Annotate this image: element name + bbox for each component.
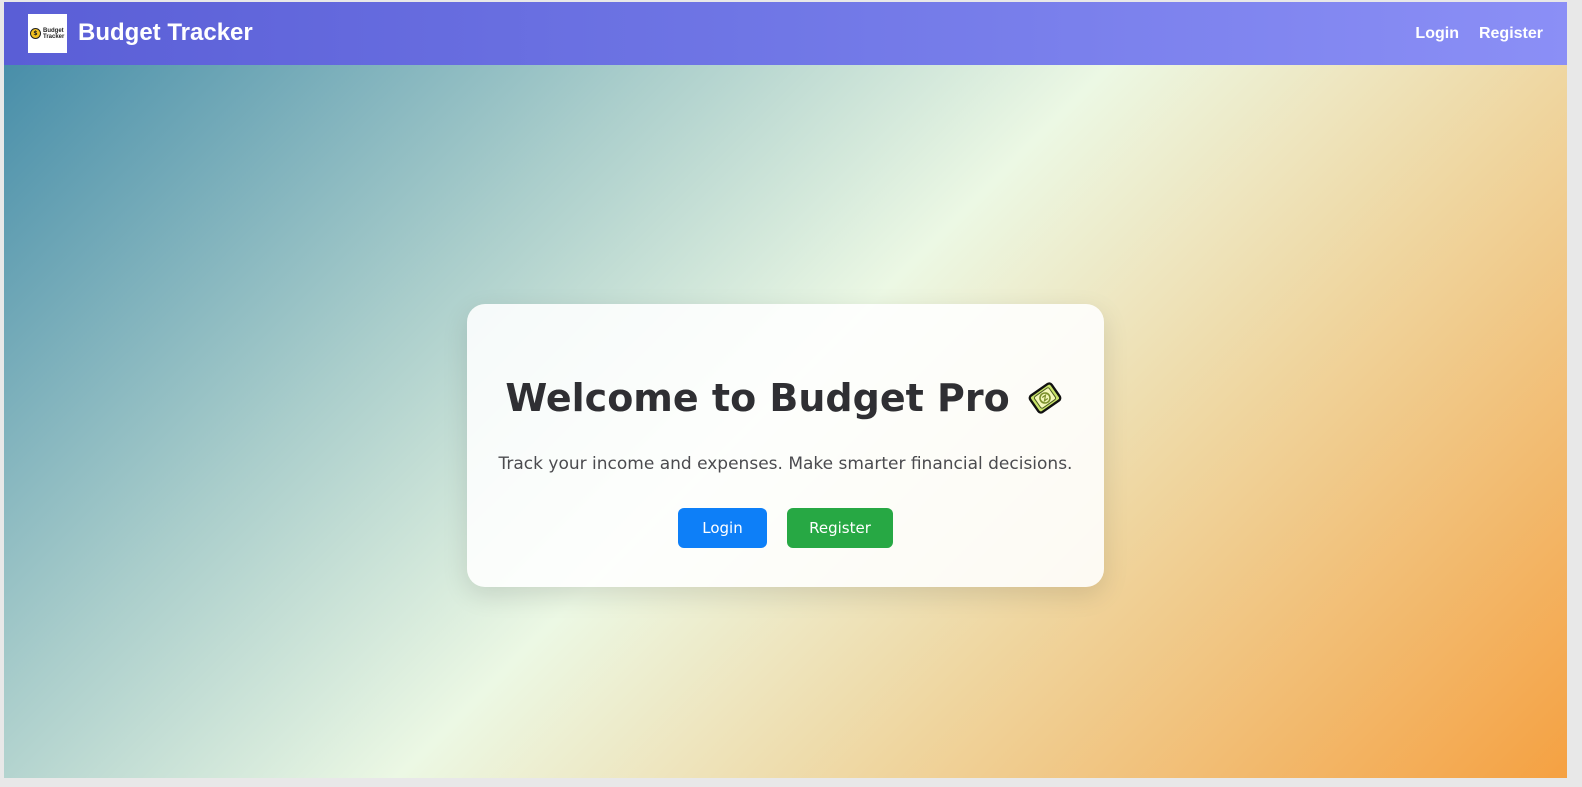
nav-login-link[interactable]: Login bbox=[1415, 24, 1459, 44]
login-button[interactable]: Login bbox=[678, 508, 767, 548]
brand-title[interactable]: Budget Tracker bbox=[78, 18, 253, 48]
title-row: Welcome to Budget Pro bbox=[467, 374, 1104, 422]
app-logo[interactable]: $ Budget Tracker bbox=[28, 14, 67, 53]
nav-register-link[interactable]: Register bbox=[1479, 24, 1543, 44]
money-tag-icon bbox=[1024, 377, 1066, 419]
nav-links: Login Register bbox=[1415, 24, 1543, 44]
welcome-title: Welcome to Budget Pro bbox=[505, 376, 1010, 420]
cta-buttons: Login Register bbox=[467, 508, 1104, 548]
welcome-subtitle: Track your income and expenses. Make sma… bbox=[498, 454, 1073, 474]
register-button[interactable]: Register bbox=[787, 508, 893, 548]
welcome-card: Welcome to Budget Pro Track your income … bbox=[467, 304, 1104, 587]
coin-icon: $ bbox=[30, 28, 41, 39]
top-navbar: $ Budget Tracker Budget Tracker Login Re… bbox=[4, 2, 1567, 65]
logo-text: Budget Tracker bbox=[43, 27, 65, 40]
app-window: $ Budget Tracker Budget Tracker Login Re… bbox=[4, 2, 1567, 778]
